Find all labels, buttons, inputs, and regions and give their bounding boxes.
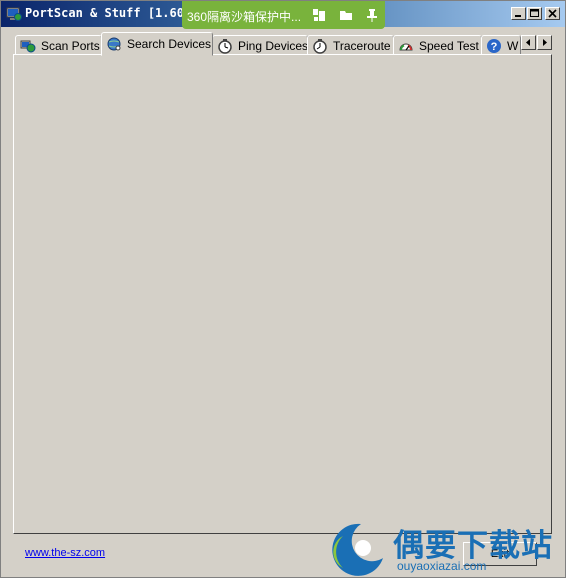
watermark: 偶要下载站 ouyaoxiazai.com (323, 518, 563, 578)
tab-ping-devices[interactable]: Ping Devices (212, 35, 308, 55)
arrow-left-icon (526, 39, 530, 46)
help-icon: ? (486, 38, 502, 54)
tab-label: Ping Devices (238, 39, 309, 53)
arrow-right-icon (543, 39, 547, 46)
tab-label: Speed Test (419, 39, 479, 53)
sandbox-text: 360隔离沙箱保护中... (187, 10, 302, 24)
open-folder-button[interactable] (335, 5, 357, 25)
gauge-icon (398, 38, 414, 54)
tab-label: W (507, 39, 519, 53)
close-button[interactable] (545, 7, 560, 20)
window-title: PortScan & Stuff [1.60] (25, 6, 192, 20)
traceroute-icon (312, 38, 328, 54)
pin-icon (367, 9, 377, 22)
app-window: PortScan & Stuff [1.60] 360隔离沙箱保护中... Sc… (0, 0, 566, 578)
watermark-logo-icon (332, 523, 383, 576)
tab-scroll-left-button[interactable] (521, 35, 536, 50)
monitor-globe-icon (6, 6, 22, 22)
maximize-icon (530, 9, 539, 17)
tab-whois[interactable]: ? W (481, 35, 521, 55)
tab-strip: Scan Ports Search Devices Ping Devices T… (13, 32, 553, 56)
sandbox-banner: 360隔离沙箱保护中... (182, 1, 385, 29)
tab-content-panel (13, 54, 552, 534)
globe-search-icon (106, 36, 122, 52)
close-icon (548, 9, 557, 18)
minimize-button[interactable] (511, 7, 526, 20)
sandbox-button[interactable] (308, 5, 330, 25)
tab-label: Traceroute (333, 39, 391, 53)
tab-label: Scan Ports (41, 39, 100, 53)
sandbox-icon (313, 9, 325, 21)
pin-button[interactable] (361, 5, 383, 25)
tab-traceroute[interactable]: Traceroute (307, 35, 394, 55)
minimize-icon (515, 15, 521, 17)
tab-label: Search Devices (127, 37, 212, 51)
tab-search-devices[interactable]: Search Devices (101, 32, 213, 56)
tab-speed-test[interactable]: Speed Test (393, 35, 482, 55)
stopwatch-icon (217, 38, 233, 54)
svg-text:?: ? (491, 41, 498, 53)
watermark-url: ouyaoxiazai.com (397, 559, 487, 573)
tab-scan-ports[interactable]: Scan Ports (15, 35, 102, 55)
website-link[interactable]: www.the-sz.com (25, 547, 105, 559)
network-globe-icon (20, 38, 36, 54)
tab-scroll-right-button[interactable] (537, 35, 552, 50)
maximize-button[interactable] (527, 7, 542, 20)
folder-icon (340, 11, 352, 20)
